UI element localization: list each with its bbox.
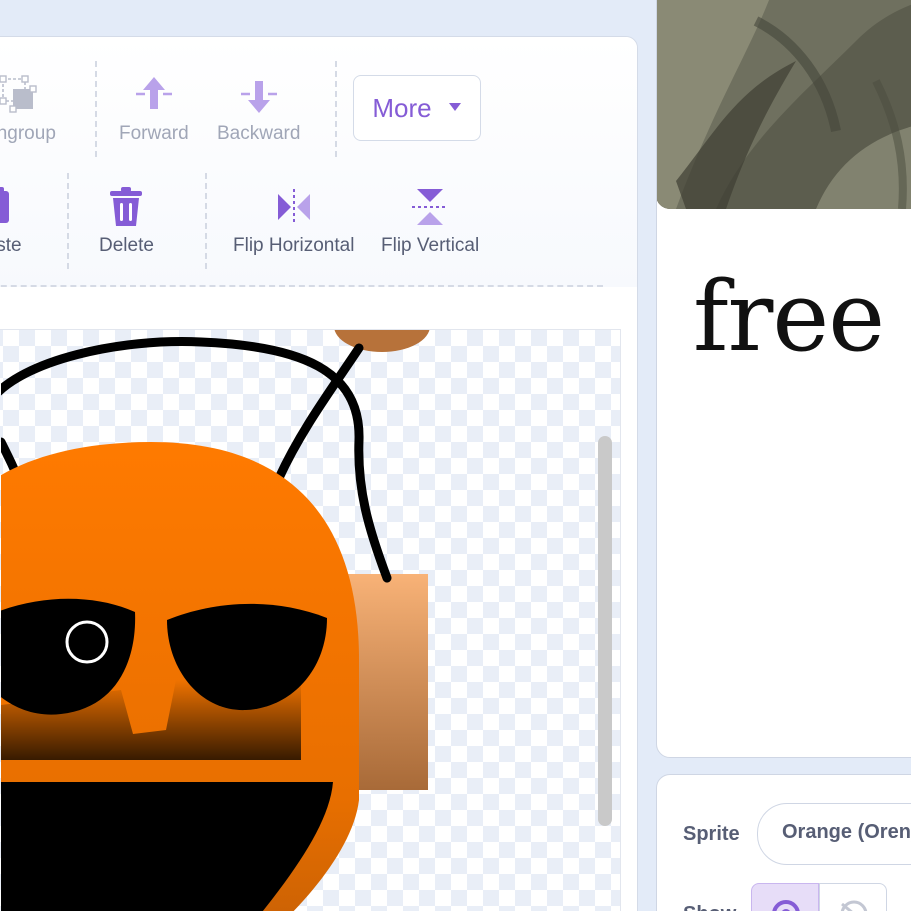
canvas-vertical-scrollbar[interactable] [598,436,612,826]
trash-icon [102,183,150,231]
forward-button[interactable]: Forward [119,71,189,145]
editor-toolbar: Ungroup Forward [0,37,637,287]
delete-label: Delete [99,235,154,256]
stage-backdrop-image [657,0,911,209]
show-sprite-button[interactable] [751,883,819,911]
flip-vertical-button[interactable]: Flip Vertical [381,183,479,257]
sprite-label: Sprite [683,823,740,845]
delete-button[interactable]: Delete [99,183,154,257]
flip-vertical-label: Flip Vertical [381,235,480,256]
toolbar-bottom-divider [0,285,603,287]
hide-sprite-button[interactable] [819,883,887,911]
flip-horizontal-label: Flip Horizontal [233,235,355,256]
paste-icon [0,183,21,231]
stage-panel[interactable]: free s [656,0,911,758]
caret-down-icon [448,99,462,117]
show-label: Show [683,903,736,911]
ungroup-button[interactable]: Ungroup [0,71,56,145]
sprite-info-panel: Sprite Orange (Oren) Show [656,774,911,911]
paint-canvas[interactable] [0,329,621,911]
paint-editor-panel: Ungroup Forward [0,36,638,911]
backward-button[interactable]: Backward [217,71,300,145]
arrow-up-icon [130,71,178,119]
sprite-drawing [1,330,430,911]
ungroup-icon [0,71,43,119]
antenna-knob [334,330,430,352]
paste-button[interactable]: Paste [0,183,22,257]
ungroup-label: Ungroup [0,123,56,144]
toolbar-divider [205,173,207,269]
toolbar-divider [67,173,69,269]
toolbar-divider [95,61,97,157]
flip-horizontal-icon [270,183,318,231]
forward-label: Forward [119,123,189,144]
flip-vertical-icon [406,183,454,231]
app-root: Ungroup Forward [0,0,911,911]
arrow-down-icon [235,71,283,119]
stage-text: free s [693,261,911,373]
sprite-name-field[interactable]: Orange (Oren) [757,803,911,865]
paste-label: Paste [0,235,22,256]
flip-horizontal-button[interactable]: Flip Horizontal [233,183,354,257]
toolbar-divider [335,61,337,157]
more-label: More [372,92,432,123]
backward-label: Backward [217,123,301,144]
more-dropdown-button[interactable]: More [353,75,481,141]
